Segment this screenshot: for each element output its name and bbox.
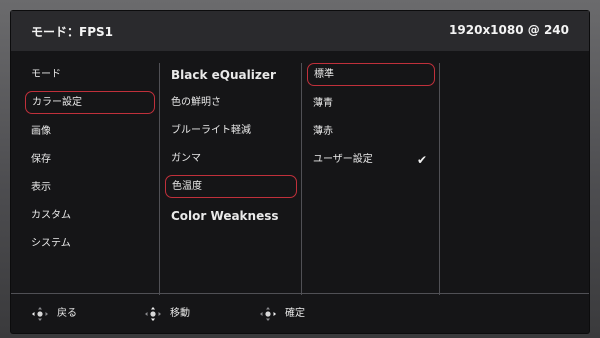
- menu-item-label: ガンマ: [171, 153, 201, 164]
- menu-item-display[interactable]: 表示: [25, 176, 155, 200]
- hint-move: 移動: [144, 306, 224, 322]
- option-normal[interactable]: 標準: [307, 63, 435, 86]
- menu-item-save[interactable]: 保存: [25, 148, 155, 172]
- menu-item-color-vibrance[interactable]: 色の鮮明さ: [165, 91, 297, 115]
- back-label: 戻る: [57, 308, 77, 319]
- option-label: 薄赤: [313, 125, 333, 137]
- menu-item-gamma[interactable]: ガンマ: [165, 147, 297, 171]
- menu-item-label: 色の鮮明さ: [171, 97, 221, 108]
- menu-item-label: 表示: [31, 181, 51, 193]
- menu-item-label: Black eQualizer: [171, 68, 276, 82]
- menu-item-label: 色温度: [172, 181, 202, 192]
- column-divider: [159, 63, 160, 295]
- color-settings-menu: Black eQualizer 色の鮮明さ ブルーライト軽減 ガンマ 色温度 C…: [165, 63, 297, 232]
- mode-title: モード：FPS1: [31, 25, 113, 39]
- osd-footer: 戻る 移動 確定: [11, 294, 589, 333]
- menu-item-image[interactable]: 画像: [25, 120, 155, 144]
- joystick-updown-icon: [145, 307, 161, 321]
- move-label: 移動: [170, 308, 190, 319]
- menu-item-label: システム: [31, 237, 71, 249]
- main-menu: モード カラー設定 画像 保存 表示 カスタム システム: [25, 63, 155, 260]
- menu-item-label: 画像: [31, 125, 51, 137]
- option-user-define[interactable]: ユーザー設定 ✔: [307, 148, 435, 172]
- osd-menu: モード：FPS1 1920x1080 @ 240 モード カラー設定 画像 保存…: [11, 11, 589, 333]
- joystick-left-icon: [32, 307, 48, 321]
- option-label: 標準: [314, 69, 334, 80]
- hint-confirm: 確定: [259, 306, 339, 322]
- menu-item-label: カラー設定: [32, 97, 82, 108]
- hint-back: 戻る: [31, 306, 111, 322]
- menu-item-system[interactable]: システム: [25, 232, 155, 256]
- osd-header: モード：FPS1 1920x1080 @ 240: [11, 11, 589, 51]
- menu-item-color-temperature[interactable]: 色温度: [165, 175, 297, 198]
- menu-item-mode[interactable]: モード: [25, 63, 155, 87]
- menu-item-black-equalizer[interactable]: Black eQualizer: [165, 63, 297, 87]
- joystick-right-icon: [260, 307, 276, 321]
- menu-item-color-settings[interactable]: カラー設定: [25, 91, 155, 114]
- menu-item-color-weakness[interactable]: Color Weakness: [165, 204, 297, 228]
- resolution-readout: 1920x1080 @ 240: [449, 23, 569, 37]
- menu-item-label: Color Weakness: [171, 208, 279, 223]
- menu-item-label: モード: [31, 69, 61, 80]
- option-reddish[interactable]: 薄赤: [307, 120, 435, 144]
- menu-item-low-blue-light[interactable]: ブルーライト軽減: [165, 119, 297, 143]
- checkmark-icon: ✔: [416, 152, 427, 167]
- confirm-label: 確定: [285, 308, 305, 319]
- option-label: 薄青: [313, 97, 333, 109]
- menu-item-label: 保存: [31, 153, 51, 165]
- color-temperature-menu: 標準 薄青 薄赤 ユーザー設定 ✔: [307, 63, 435, 176]
- column-divider: [301, 63, 302, 295]
- option-bluish[interactable]: 薄青: [307, 92, 435, 116]
- option-label: ユーザー設定: [313, 153, 373, 165]
- menu-item-label: カスタム: [31, 209, 71, 221]
- column-divider: [439, 63, 440, 295]
- menu-item-custom[interactable]: カスタム: [25, 204, 155, 228]
- menu-item-label: ブルーライト軽減: [171, 125, 251, 136]
